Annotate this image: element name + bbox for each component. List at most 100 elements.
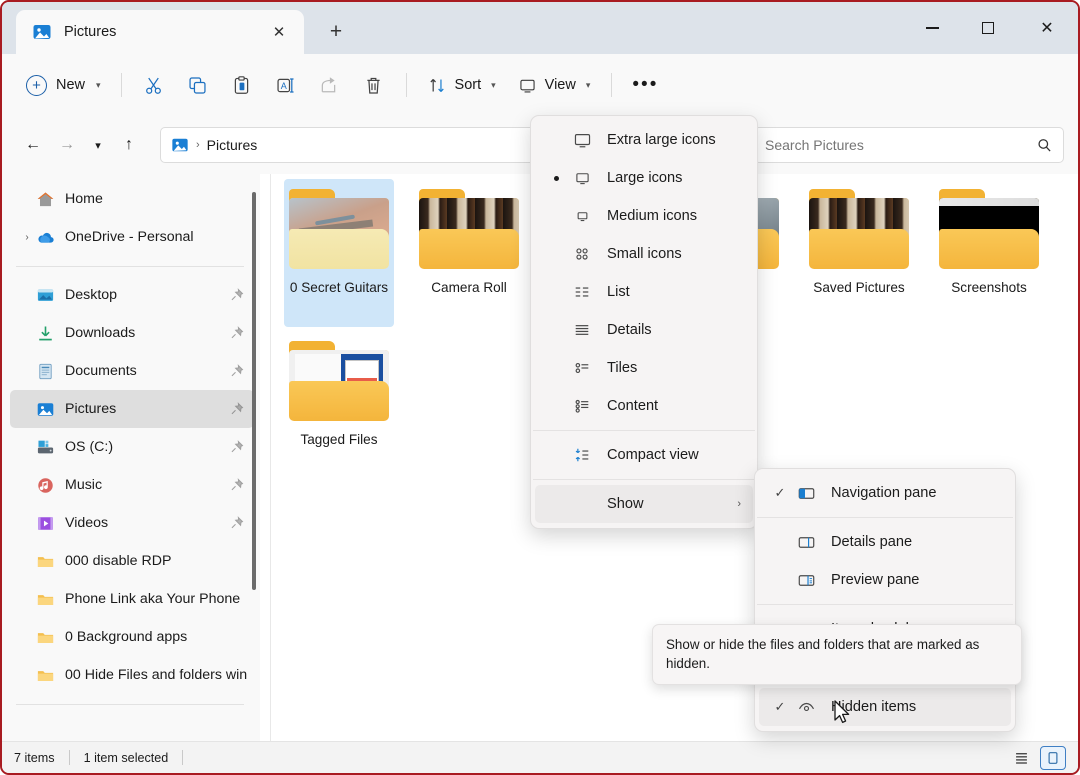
menu-item-compact-view[interactable]: Compact view (535, 436, 753, 474)
breadcrumb-separator: › (196, 139, 200, 151)
file-name: 0 Secret Guitars (289, 280, 389, 295)
sidebar-item-00-hide-files[interactable]: 00 Hide Files and folders win (10, 656, 254, 694)
delete-button[interactable] (352, 66, 396, 104)
paste-button[interactable] (220, 66, 264, 104)
eye-icon (793, 697, 819, 717)
folder-thumbnail (809, 189, 909, 269)
more-options-button[interactable]: ••• (622, 66, 668, 104)
tab-close-icon[interactable]: ✕ (266, 19, 292, 45)
up-button[interactable]: ↑ (112, 128, 146, 162)
tab-pictures[interactable]: Pictures ✕ (16, 10, 304, 54)
toolbar-divider-2 (405, 73, 407, 97)
menu-item-extra-large-icons[interactable]: Extra large icons (535, 121, 753, 159)
sidebar-item-0-background-apps[interactable]: 0 Background apps (10, 618, 254, 656)
submenu-divider (757, 517, 1013, 518)
pin-icon[interactable] (230, 402, 244, 416)
sidebar-item-music[interactable]: Music (10, 466, 254, 504)
sort-button[interactable]: Sort ▾ (417, 66, 507, 104)
view-button[interactable]: View ▾ (507, 66, 602, 104)
recent-locations-button[interactable]: ▾ (84, 128, 112, 162)
sidebar-item-videos[interactable]: Videos (10, 504, 254, 542)
cut-button[interactable] (132, 66, 176, 104)
rename-button[interactable]: A (264, 66, 308, 104)
file-item[interactable]: 0 Secret Guitars (284, 179, 394, 327)
forward-button[interactable]: → (50, 128, 84, 162)
pin-icon[interactable] (230, 288, 244, 302)
downloads-icon (36, 324, 55, 343)
back-button[interactable]: ← (16, 128, 50, 162)
minimize-button[interactable] (904, 2, 960, 54)
sidebar-item-documents[interactable]: Documents (10, 352, 254, 390)
window-controls: ✕ (904, 2, 1078, 54)
file-item[interactable]: Camera Roll (414, 179, 524, 327)
new-button-label: New (56, 77, 86, 93)
sort-button-label: Sort (454, 77, 482, 93)
copy-button[interactable] (176, 66, 220, 104)
menu-item-medium-icons[interactable]: Medium icons (535, 197, 753, 235)
sidebar-item-desktop[interactable]: Desktop (10, 276, 254, 314)
sidebar-item-os-c[interactable]: OS (C:) (10, 428, 254, 466)
folder-thumbnail (289, 341, 389, 421)
details-view-button[interactable] (1008, 746, 1034, 770)
pin-icon[interactable] (230, 440, 244, 454)
sidebar-label: 000 disable RDP (65, 553, 172, 569)
status-bar: 7 items 1 item selected (2, 741, 1078, 773)
command-toolbar: + New ▾ A Sort ▾ View ▾ ••• (2, 54, 1078, 116)
sidebar-item-pictures[interactable]: Pictures (10, 390, 254, 428)
menu-item-content[interactable]: Content (535, 387, 753, 425)
new-tab-button[interactable]: + (318, 14, 354, 50)
sidebar-scrollbar[interactable] (252, 192, 256, 590)
menu-item-hidden-items[interactable]: ✓ Hidden items (759, 688, 1011, 726)
menu-item-tiles[interactable]: Tiles (535, 349, 753, 387)
file-name: Camera Roll (431, 280, 507, 295)
menu-item-navigation-pane[interactable]: ✓ Navigation pane (759, 474, 1011, 512)
new-button[interactable]: + New ▾ (20, 67, 111, 103)
menu-item-large-icons[interactable]: Large icons (535, 159, 753, 197)
pin-icon[interactable] (230, 478, 244, 492)
onedrive-cloud-icon (36, 228, 55, 247)
tooltip: Show or hide the files and folders that … (652, 624, 1022, 685)
selection-status: 1 item selected (83, 750, 169, 765)
file-item[interactable]: Tagged Files (284, 331, 394, 479)
show-submenu: ✓ Navigation pane Details pane Preview p… (754, 468, 1016, 732)
close-button[interactable]: ✕ (1016, 2, 1078, 54)
monitor-md-icon (569, 206, 595, 226)
sidebar-item-phone-link[interactable]: Phone Link aka Your Phone (10, 580, 254, 618)
pane-divider[interactable] (270, 174, 271, 741)
sidebar-item-home[interactable]: Home (10, 180, 254, 218)
menu-item-show[interactable]: Show › (535, 485, 753, 523)
sidebar-item-000-disable-rdp[interactable]: 000 disable RDP (10, 542, 254, 580)
file-item[interactable]: Screenshots (934, 179, 1044, 327)
sidebar-label: Music (65, 477, 103, 493)
sidebar-label: Documents (65, 363, 137, 379)
pin-icon[interactable] (230, 516, 244, 530)
menu-divider-2 (533, 479, 755, 480)
pin-icon[interactable] (230, 364, 244, 378)
home-icon (36, 190, 55, 209)
chevron-right-icon[interactable]: › (18, 232, 36, 243)
details-pane-icon (793, 532, 819, 552)
menu-item-small-icons[interactable]: Small icons (535, 235, 753, 273)
large-icons-view-button[interactable] (1040, 745, 1066, 770)
pin-icon[interactable] (230, 326, 244, 340)
menu-label: Preview pane (831, 572, 920, 588)
sidebar-item-downloads[interactable]: Downloads (10, 314, 254, 352)
view-context-menu: Extra large icons Large icons Medium ico… (530, 115, 758, 529)
menu-item-list[interactable]: List (535, 273, 753, 311)
sidebar-label: OneDrive - Personal (65, 229, 194, 245)
sidebar-label: OS (C:) (65, 439, 114, 455)
file-item[interactable]: Saved Pictures (804, 179, 914, 327)
folder-thumbnail (419, 189, 519, 269)
mouse-cursor (833, 700, 853, 726)
sidebar-label: Home (65, 191, 103, 207)
sidebar-item-onedrive-personal[interactable]: › OneDrive - Personal (10, 218, 254, 256)
chevron-down-icon: ▾ (585, 79, 591, 90)
view-button-label: View (544, 77, 576, 93)
menu-item-details[interactable]: Details (535, 311, 753, 349)
search-input[interactable] (765, 137, 1036, 153)
search-box[interactable] (754, 127, 1064, 163)
menu-item-details-pane[interactable]: Details pane (759, 523, 1011, 561)
content-icon (569, 396, 595, 416)
maximize-button[interactable] (960, 2, 1016, 54)
menu-item-preview-pane[interactable]: Preview pane (759, 561, 1011, 599)
